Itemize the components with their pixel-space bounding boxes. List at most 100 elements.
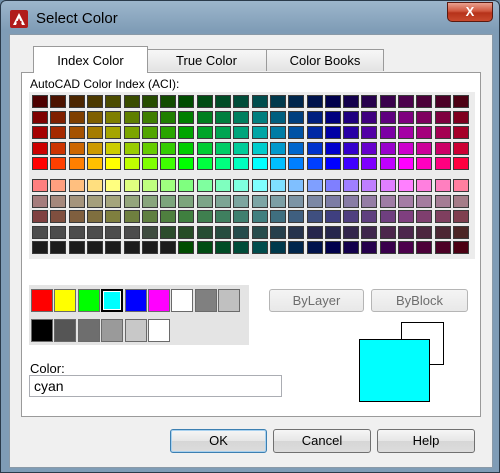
aci-swatch[interactable] — [32, 225, 48, 239]
aci-swatch[interactable] — [434, 126, 451, 139]
aci-swatch[interactable] — [251, 126, 268, 139]
aci-swatch[interactable] — [178, 110, 195, 124]
aci-swatch[interactable] — [123, 157, 140, 170]
aci-swatch[interactable] — [434, 157, 451, 170]
aci-swatch[interactable] — [178, 225, 195, 239]
aci-swatch[interactable] — [215, 126, 231, 139]
aci-swatch[interactable] — [105, 126, 122, 139]
aci-swatch[interactable] — [324, 225, 341, 239]
aci-swatch[interactable] — [50, 126, 67, 139]
aci-swatch[interactable] — [178, 126, 195, 139]
aci-swatch[interactable] — [379, 179, 396, 192]
aci-swatch[interactable] — [160, 95, 177, 108]
aci-swatch[interactable] — [361, 126, 378, 139]
aci-swatch[interactable] — [306, 241, 323, 254]
aci-swatch[interactable] — [288, 194, 305, 208]
aci-swatch[interactable] — [452, 126, 469, 139]
aci-swatch[interactable] — [68, 241, 85, 254]
aci-swatch[interactable] — [196, 194, 213, 208]
aci-swatch[interactable] — [233, 141, 250, 155]
aci-swatch[interactable] — [416, 179, 433, 192]
aci-swatch[interactable] — [452, 241, 469, 254]
aci-swatch[interactable] — [288, 95, 305, 108]
aci-swatch[interactable] — [215, 241, 231, 254]
standard-color-swatch[interactable] — [124, 319, 147, 342]
aci-swatch[interactable] — [86, 141, 103, 155]
aci-swatch[interactable] — [452, 157, 469, 170]
aci-swatch[interactable] — [452, 210, 469, 223]
aci-swatch[interactable] — [86, 225, 103, 239]
aci-swatch[interactable] — [416, 126, 433, 139]
aci-swatch[interactable] — [32, 157, 48, 170]
aci-swatch[interactable] — [416, 210, 433, 223]
aci-swatch[interactable] — [215, 210, 231, 223]
aci-swatch[interactable] — [269, 110, 286, 124]
aci-swatch[interactable] — [50, 194, 67, 208]
aci-swatch[interactable] — [160, 194, 177, 208]
aci-swatch[interactable] — [452, 179, 469, 192]
aci-swatch[interactable] — [178, 141, 195, 155]
aci-swatch[interactable] — [68, 95, 85, 108]
aci-swatch[interactable] — [343, 210, 360, 223]
aci-swatch[interactable] — [379, 194, 396, 208]
aci-swatch[interactable] — [32, 179, 48, 192]
aci-swatch[interactable] — [269, 194, 286, 208]
aci-swatch[interactable] — [105, 141, 122, 155]
aci-swatch[interactable] — [160, 110, 177, 124]
aci-swatch[interactable] — [379, 95, 396, 108]
aci-swatch[interactable] — [251, 95, 268, 108]
aci-swatch[interactable] — [196, 225, 213, 239]
aci-swatch[interactable] — [123, 110, 140, 124]
aci-swatch[interactable] — [306, 95, 323, 108]
aci-swatch[interactable] — [105, 241, 122, 254]
tab-true-color[interactable]: True Color — [146, 49, 267, 71]
aci-swatch[interactable] — [343, 194, 360, 208]
aci-swatch[interactable] — [288, 141, 305, 155]
aci-swatch[interactable] — [141, 194, 158, 208]
aci-swatch[interactable] — [233, 225, 250, 239]
aci-swatch[interactable] — [68, 194, 85, 208]
aci-swatch[interactable] — [50, 110, 67, 124]
aci-swatch[interactable] — [233, 241, 250, 254]
aci-swatch[interactable] — [123, 126, 140, 139]
aci-swatch[interactable] — [251, 210, 268, 223]
aci-swatch[interactable] — [215, 110, 231, 124]
aci-swatch[interactable] — [233, 95, 250, 108]
aci-swatch[interactable] — [343, 110, 360, 124]
aci-swatch[interactable] — [324, 126, 341, 139]
aci-swatch[interactable] — [68, 110, 85, 124]
aci-swatch[interactable] — [398, 179, 414, 192]
aci-swatch[interactable] — [141, 210, 158, 223]
aci-swatch[interactable] — [141, 241, 158, 254]
aci-swatch[interactable] — [86, 194, 103, 208]
aci-swatch[interactable] — [215, 194, 231, 208]
aci-swatch[interactable] — [251, 241, 268, 254]
aci-swatch[interactable] — [68, 225, 85, 239]
byblock-button[interactable]: ByBlock — [371, 289, 468, 312]
aci-swatch[interactable] — [86, 157, 103, 170]
standard-color-swatch[interactable] — [148, 319, 170, 342]
aci-swatch[interactable] — [361, 110, 378, 124]
aci-swatch[interactable] — [306, 141, 323, 155]
aci-swatch[interactable] — [123, 241, 140, 254]
aci-swatch[interactable] — [141, 126, 158, 139]
aci-swatch[interactable] — [215, 179, 231, 192]
aci-swatch[interactable] — [196, 110, 213, 124]
aci-swatch[interactable] — [434, 241, 451, 254]
help-button[interactable]: Help — [377, 429, 475, 453]
aci-swatch[interactable] — [288, 179, 305, 192]
aci-swatch[interactable] — [160, 225, 177, 239]
tab-color-books[interactable]: Color Books — [266, 49, 384, 71]
aci-swatch[interactable] — [123, 194, 140, 208]
aci-swatch[interactable] — [361, 157, 378, 170]
aci-swatch[interactable] — [379, 241, 396, 254]
standard-color-swatch[interactable] — [171, 289, 194, 312]
aci-swatch[interactable] — [269, 225, 286, 239]
standard-color-swatch[interactable] — [124, 289, 147, 312]
aci-swatch[interactable] — [416, 241, 433, 254]
aci-swatch[interactable] — [379, 126, 396, 139]
aci-swatch[interactable] — [416, 95, 433, 108]
aci-swatch[interactable] — [269, 179, 286, 192]
aci-swatch[interactable] — [324, 95, 341, 108]
aci-swatch[interactable] — [178, 210, 195, 223]
